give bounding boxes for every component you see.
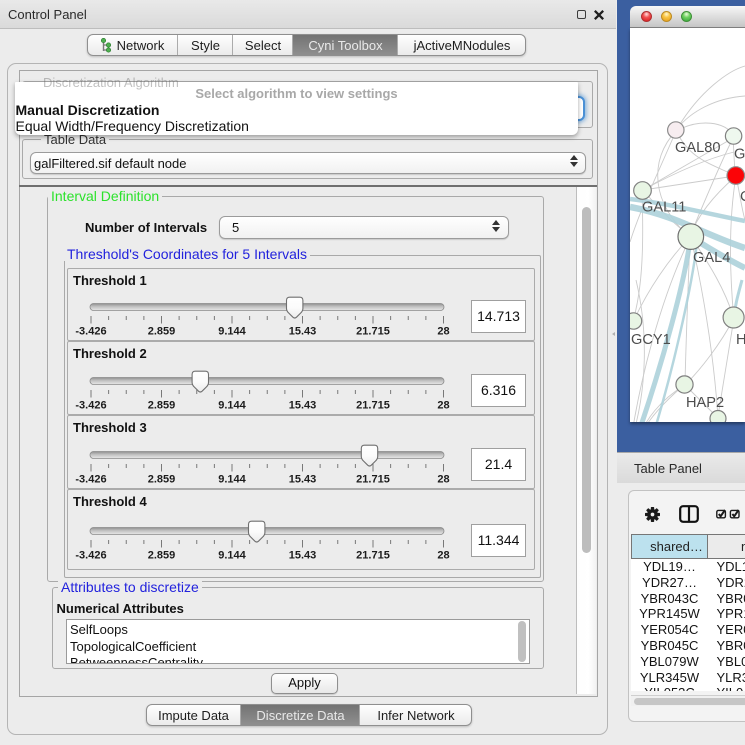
- svg-text:GAL1: GAL1: [734, 147, 745, 163]
- svg-text:GAL11: GAL11: [642, 200, 686, 216]
- svg-text:28: 28: [437, 550, 449, 562]
- svg-text:28: 28: [437, 326, 449, 338]
- svg-text:-3.426: -3.426: [75, 550, 106, 562]
- svg-text:15.43: 15.43: [289, 474, 317, 486]
- svg-text:HIS: HIS: [736, 332, 745, 348]
- svg-text:GCY1: GCY1: [631, 332, 671, 348]
- svg-text:15.43: 15.43: [289, 550, 317, 562]
- svg-text:28: 28: [437, 474, 449, 486]
- svg-text:21.715: 21.715: [356, 474, 390, 486]
- svg-text:28: 28: [437, 400, 449, 412]
- svg-text:GAL80: GAL80: [675, 140, 720, 156]
- svg-text:2.859: 2.859: [148, 400, 176, 412]
- svg-text:CCC: CCC: [740, 189, 745, 205]
- svg-text:2.859: 2.859: [148, 550, 176, 562]
- svg-text:-3.426: -3.426: [75, 400, 106, 412]
- svg-text:-3.426: -3.426: [75, 326, 106, 338]
- svg-text:9.144: 9.144: [218, 474, 246, 486]
- svg-text:15.43: 15.43: [289, 326, 317, 338]
- svg-text:HAP2: HAP2: [686, 395, 724, 411]
- svg-text:GAL4: GAL4: [693, 250, 730, 266]
- svg-text:15.43: 15.43: [289, 400, 317, 412]
- svg-text:21.715: 21.715: [356, 400, 390, 412]
- svg-text:9.144: 9.144: [218, 400, 246, 412]
- svg-text:21.715: 21.715: [356, 550, 390, 562]
- svg-text:9.144: 9.144: [218, 326, 246, 338]
- svg-text:2.859: 2.859: [148, 326, 176, 338]
- svg-text:-3.426: -3.426: [75, 474, 106, 486]
- svg-text:2.859: 2.859: [148, 474, 176, 486]
- svg-text:9.144: 9.144: [218, 550, 246, 562]
- svg-text:21.715: 21.715: [356, 326, 390, 338]
